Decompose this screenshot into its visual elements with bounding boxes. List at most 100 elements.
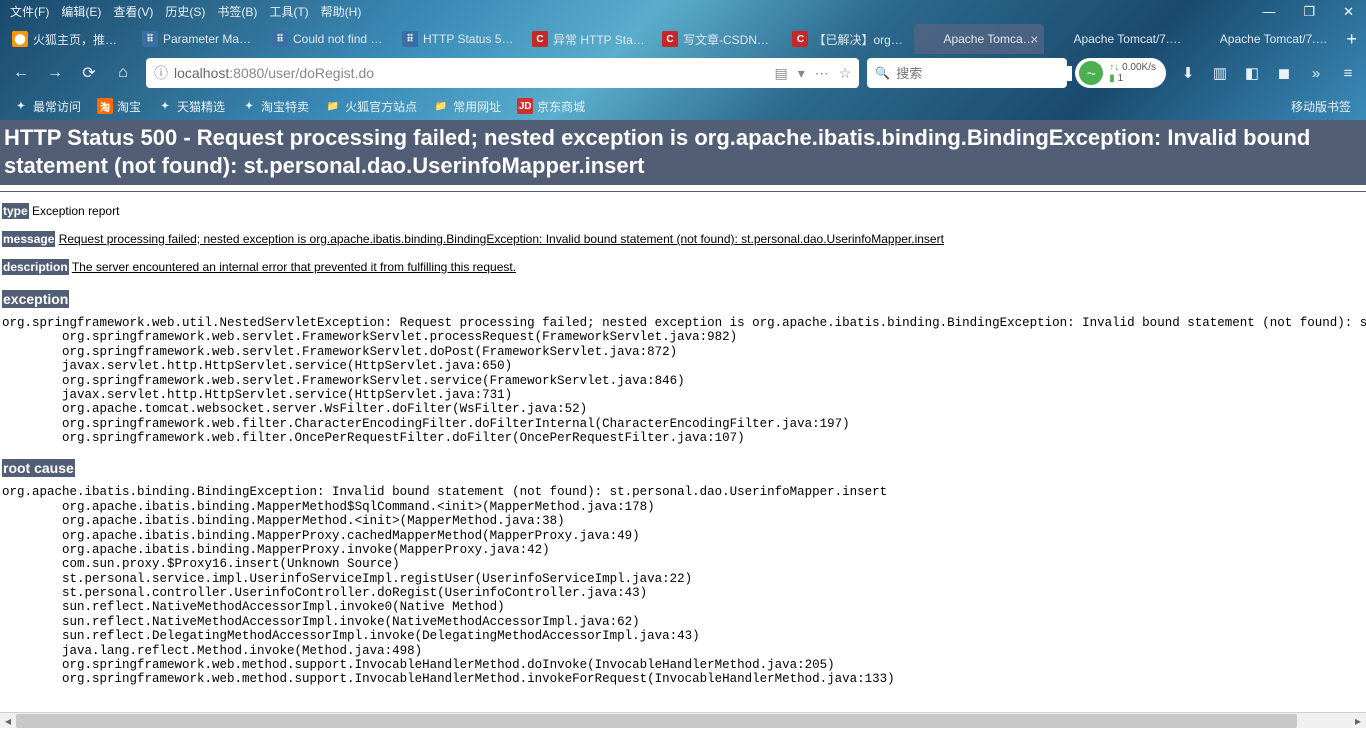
- url-text: localhost:8080/user/doRegist.do: [174, 65, 768, 81]
- tab-favicon: ⠿: [272, 31, 288, 47]
- page-content[interactable]: HTTP Status 500 - Request processing fai…: [0, 120, 1366, 720]
- error-heading: HTTP Status 500 - Request processing fai…: [0, 120, 1366, 185]
- scroll-track[interactable]: [16, 713, 1350, 729]
- menu-bookmarks[interactable]: 书签(B): [211, 3, 263, 20]
- reader-icon[interactable]: ▤: [774, 65, 787, 82]
- menu-bar: 文件(F) 编辑(E) 查看(V) 历史(S) 书签(B) 工具(T) 帮助(H…: [0, 0, 1366, 22]
- close-button[interactable]: ✕: [1337, 2, 1360, 22]
- exception-label: exception: [2, 290, 69, 308]
- window-controls: — ❐ ✕: [1256, 2, 1360, 22]
- mobile-bookmarks[interactable]: 移动版书签: [1284, 95, 1358, 118]
- tab-favicon: ⠿: [402, 31, 418, 47]
- search-bar[interactable]: 🔍: [867, 58, 1067, 88]
- horizontal-scrollbar[interactable]: ◂ ▸: [0, 712, 1366, 728]
- bookmark-label: 常用网址: [453, 98, 501, 115]
- net-up: ↑↓ 0.00K/s: [1109, 62, 1156, 73]
- menu-history[interactable]: 历史(S): [159, 3, 211, 20]
- menu-tools[interactable]: 工具(T): [263, 3, 314, 20]
- tab-label: Apache Tomcat/7.0…: [1073, 32, 1182, 46]
- tab-label: Apache Tomcat…: [943, 32, 1036, 46]
- network-indicator[interactable]: ⏦ ↑↓ 0.00K/s ▮ 1: [1075, 58, 1166, 88]
- tab-strip: ⬤ 火狐主页，推荐… ⠿ Parameter Map… ⠿ Could not find …: [0, 22, 1366, 54]
- reload-button[interactable]: ⟳: [74, 58, 104, 88]
- tab-1[interactable]: ⠿ Parameter Map…: [134, 24, 264, 54]
- tab-2[interactable]: ⠿ Could not find …: [264, 24, 394, 54]
- tab-favicon: [1052, 31, 1068, 47]
- bookmark-item-1[interactable]: 淘淘宝: [90, 95, 148, 118]
- tab-6[interactable]: C 【已解决】org…: [784, 24, 914, 54]
- maximize-button[interactable]: ❐: [1297, 2, 1321, 22]
- tab-label: 异常 HTTP Sta…: [553, 31, 645, 48]
- bookmark-item-0[interactable]: ✦最常访问: [6, 95, 88, 118]
- bookmark-label: 天猫精选: [177, 98, 225, 115]
- tab-label: 火狐主页，推荐…: [33, 31, 126, 48]
- rootcause-label: root cause: [2, 459, 75, 477]
- tab-favicon: C: [792, 31, 808, 47]
- bookmark-item-5[interactable]: 📁常用网址: [426, 95, 508, 118]
- tab-0[interactable]: ⬤ 火狐主页，推荐…: [4, 24, 134, 54]
- menu-help[interactable]: 帮助(H): [315, 3, 368, 20]
- downloads-icon[interactable]: ⬇: [1176, 61, 1200, 85]
- bookmark-icon: ✦: [13, 98, 29, 114]
- more-icon[interactable]: ⋯: [815, 65, 829, 82]
- error-description: description The server encountered an in…: [2, 258, 1364, 276]
- bookmark-icon: 淘: [97, 98, 113, 114]
- tab-favicon: ⠿: [142, 31, 158, 47]
- tab-5[interactable]: C写文章-CSDN博…: [654, 24, 784, 54]
- tab-4[interactable]: C异常 HTTP Sta…: [524, 24, 654, 54]
- scroll-thumb[interactable]: [16, 714, 1297, 728]
- browser-chrome: 文件(F) 编辑(E) 查看(V) 历史(S) 书签(B) 工具(T) 帮助(H…: [0, 0, 1366, 120]
- address-bar[interactable]: ⓘ localhost:8080/user/doRegist.do ▤ ▾ ⋯ …: [146, 58, 859, 88]
- tab-label: 【已解决】org…: [813, 31, 902, 48]
- bookmarks-bar: ✦最常访问淘淘宝✦天猫精选✦淘宝特卖📁火狐官方站点📁常用网址JD京东商城移动版书…: [0, 92, 1366, 120]
- error-message: message Request processing failed; neste…: [2, 230, 1364, 248]
- minimize-button[interactable]: —: [1256, 2, 1281, 22]
- bookmark-star-icon[interactable]: ☆: [839, 65, 852, 82]
- tab-label: Parameter Map…: [163, 32, 256, 46]
- scroll-right-icon[interactable]: ▸: [1350, 713, 1366, 729]
- bookmark-icon: ✦: [241, 98, 257, 114]
- back-button[interactable]: ←: [6, 58, 36, 88]
- search-input[interactable]: [896, 66, 1072, 81]
- tab-3[interactable]: ⠿ HTTP Status 50…: [394, 24, 524, 54]
- net-down: ▮ 1: [1109, 73, 1156, 84]
- overflow-icon[interactable]: »: [1304, 61, 1328, 85]
- wifi-icon: ⏦: [1079, 61, 1103, 85]
- pocket-icon[interactable]: ▾: [798, 65, 805, 82]
- tab-favicon: C: [662, 31, 678, 47]
- bookmark-icon: JD: [517, 98, 533, 114]
- navigation-bar: ← → ⟳ ⌂ ⓘ localhost:8080/user/doRegist.d…: [0, 54, 1366, 92]
- bookmark-item-2[interactable]: ✦天猫精选: [150, 95, 232, 118]
- search-icon: 🔍: [875, 66, 890, 80]
- bookmark-icon: 📁: [325, 98, 341, 114]
- new-tab-button[interactable]: +: [1337, 24, 1366, 54]
- divider: [0, 191, 1366, 192]
- library-icon[interactable]: ▥: [1208, 61, 1232, 85]
- bookmark-item-3[interactable]: ✦淘宝特卖: [234, 95, 316, 118]
- bookmark-label: 淘宝特卖: [261, 98, 309, 115]
- tab-close-icon[interactable]: ×: [1030, 31, 1038, 47]
- tab-label: Could not find …: [293, 32, 382, 46]
- bookmark-item-6[interactable]: JD京东商城: [510, 95, 592, 118]
- tab-label: HTTP Status 50…: [423, 32, 516, 46]
- tab-favicon: ⬤: [12, 31, 28, 47]
- hamburger-menu-icon[interactable]: ≡: [1336, 61, 1360, 85]
- bookmark-icon: 📁: [433, 98, 449, 114]
- info-icon[interactable]: ⓘ: [154, 63, 168, 83]
- tab-9[interactable]: Apache Tomcat/7.0…: [1191, 24, 1337, 54]
- error-type: type Exception report: [2, 202, 1364, 220]
- home-button[interactable]: ⌂: [108, 58, 138, 88]
- bookmark-item-4[interactable]: 📁火狐官方站点: [318, 95, 424, 118]
- url-actions: ▤ ▾ ⋯ ☆: [774, 65, 851, 82]
- scroll-left-icon[interactable]: ◂: [0, 713, 16, 729]
- menu-edit[interactable]: 编辑(E): [55, 3, 107, 20]
- tab-8[interactable]: Apache Tomcat/7.0…: [1044, 24, 1190, 54]
- extensions-icon[interactable]: ◼: [1272, 61, 1296, 85]
- rootcause-trace: org.apache.ibatis.binding.BindingExcepti…: [2, 485, 1364, 686]
- tab-label: Apache Tomcat/7.0…: [1220, 32, 1329, 46]
- tab-7[interactable]: Apache Tomcat…×: [914, 24, 1044, 54]
- menu-view[interactable]: 查看(V): [107, 3, 159, 20]
- menu-file[interactable]: 文件(F): [4, 3, 55, 20]
- forward-button[interactable]: →: [40, 58, 70, 88]
- sidebar-icon[interactable]: ◧: [1240, 61, 1264, 85]
